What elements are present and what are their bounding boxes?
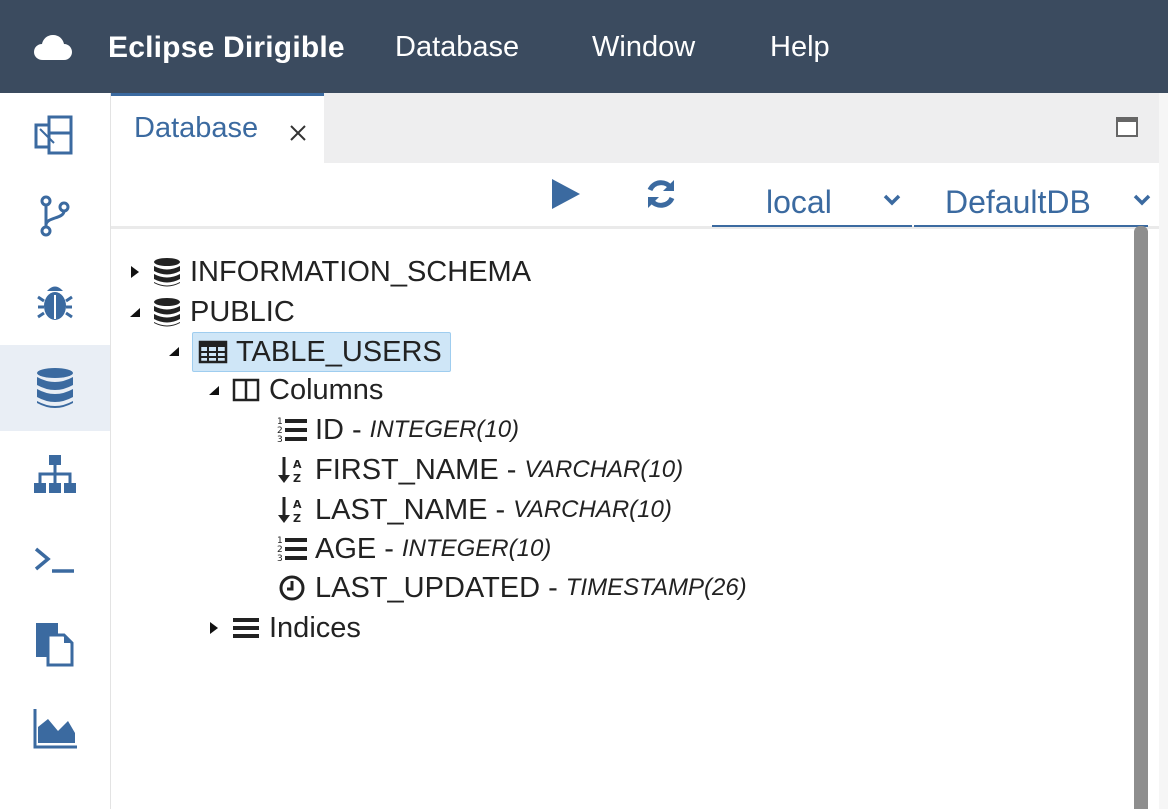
column-name: LAST_NAME (315, 493, 488, 526)
maximize-icon[interactable] (1116, 117, 1138, 137)
tree-node-public[interactable]: PUBLIC (128, 293, 295, 331)
svg-text:3: 3 (277, 435, 283, 445)
column-type: VARCHAR(10) (524, 456, 684, 483)
columns-label: Columns (269, 373, 384, 406)
column-separator: - (352, 413, 362, 446)
sidebar-item-database[interactable] (0, 345, 110, 431)
indices-label: Indices (269, 611, 361, 644)
close-icon[interactable] (287, 122, 309, 144)
caret-down-icon[interactable] (128, 305, 142, 319)
numbered-list-icon: 1 2 3 (277, 536, 307, 564)
area-chart-icon (33, 709, 77, 749)
caret-right-icon[interactable] (128, 265, 142, 279)
svg-text:3: 3 (277, 554, 283, 564)
sidebar-item-debug[interactable] (0, 259, 110, 345)
sidebar-item-monitoring[interactable] (0, 685, 110, 771)
column-name: ID (315, 413, 344, 446)
column-type: TIMESTAMP(26) (565, 574, 747, 601)
tree-node-table-users[interactable]: TABLE_USERS (192, 332, 451, 372)
tree-node-indices[interactable]: Indices (207, 609, 361, 647)
right-gutter (1159, 93, 1168, 809)
column-separator: - (384, 532, 394, 565)
tree-node-column[interactable]: A Z FIRST_NAME - VARCHAR(10) (277, 451, 683, 489)
sidebar-item-terminal[interactable] (0, 517, 110, 603)
column-type: INTEGER(10) (401, 535, 552, 562)
database-icon (154, 298, 180, 327)
column-separator: - (495, 493, 506, 526)
caret-down-icon[interactable] (207, 383, 221, 397)
files-icon (34, 115, 73, 155)
schema-name: INFORMATION_SCHEMA (190, 255, 532, 288)
list-icon (233, 618, 259, 638)
database-toolbar: local DefaultDB (111, 163, 1159, 229)
svg-text:Z: Z (293, 472, 301, 485)
play-icon[interactable] (548, 177, 582, 211)
svg-text:A: A (293, 498, 302, 511)
column-type: VARCHAR(10) (513, 496, 672, 523)
column-name: AGE (315, 532, 377, 565)
column-separator: - (506, 453, 517, 486)
sort-alpha-icon: A Z (278, 497, 302, 525)
connection-select[interactable]: local (712, 173, 912, 227)
vertical-scrollbar[interactable] (1134, 226, 1148, 809)
column-type: INTEGER(10) (369, 416, 520, 443)
tree-node-column[interactable]: A Z LAST_NAME - VARCHAR(10) (277, 491, 672, 529)
numbered-list-icon: 1 2 3 (277, 417, 307, 445)
database-icon (37, 368, 73, 408)
refresh-icon[interactable] (644, 177, 678, 211)
schema-tree: INFORMATION_SCHEMA PUBLIC TABLE_USERS Co… (111, 229, 1131, 809)
connection-value: local (766, 184, 832, 220)
caret-down-icon[interactable] (167, 344, 181, 358)
database-value: DefaultDB (945, 184, 1091, 220)
svg-text:A: A (293, 458, 302, 471)
cloud-icon (34, 35, 72, 60)
caret-right-icon[interactable] (207, 621, 221, 635)
bug-icon (37, 286, 73, 320)
activity-sidebar (0, 93, 111, 809)
column-separator: - (548, 571, 558, 604)
menu-help[interactable]: Help (770, 31, 830, 64)
tree-node-table-twisty[interactable] (167, 332, 191, 370)
editor-tabstrip: Database (111, 93, 1159, 163)
database-select[interactable]: DefaultDB (914, 173, 1151, 227)
sidebar-item-documents[interactable] (0, 601, 110, 687)
tree-node-column[interactable]: LAST_UPDATED - TIMESTAMP(26) (277, 569, 747, 607)
tree-node-columns[interactable]: Columns (207, 371, 383, 409)
schema-name: PUBLIC (190, 295, 295, 328)
sidebar-item-git[interactable] (0, 173, 110, 259)
chevron-down-icon (1133, 194, 1151, 206)
column-name: FIRST_NAME (315, 453, 499, 486)
menu-window[interactable]: Window (592, 31, 695, 64)
svg-text:Z: Z (293, 512, 301, 525)
columns-icon (232, 378, 260, 402)
tab-label: Database (134, 112, 259, 144)
terminal-icon (34, 547, 74, 573)
column-name: LAST_UPDATED (315, 571, 541, 604)
chevron-down-icon (883, 194, 901, 206)
sort-alpha-icon: A Z (278, 457, 302, 485)
clock-icon (279, 575, 305, 601)
tree-node-column[interactable]: 1 2 3 ID - INTEGER(10) (277, 411, 519, 449)
tree-node-column[interactable]: 1 2 3 AGE - INTEGER(10) (277, 530, 551, 568)
tree-node-information-schema[interactable]: INFORMATION_SCHEMA (128, 253, 531, 291)
table-icon (198, 340, 228, 364)
sitemap-icon (34, 455, 76, 493)
sidebar-item-navigator[interactable] (0, 431, 110, 517)
git-branch-icon (40, 195, 70, 237)
menu-database[interactable]: Database (395, 31, 519, 64)
database-icon (154, 258, 180, 287)
sidebar-item-workspace[interactable] (0, 93, 110, 179)
table-name: TABLE_USERS (236, 335, 442, 368)
tab-database[interactable]: Database (111, 93, 324, 163)
app-title: Eclipse Dirigible (108, 31, 345, 64)
documents-icon (36, 623, 74, 667)
top-menubar: Eclipse Dirigible Database Window Help (0, 0, 1168, 93)
